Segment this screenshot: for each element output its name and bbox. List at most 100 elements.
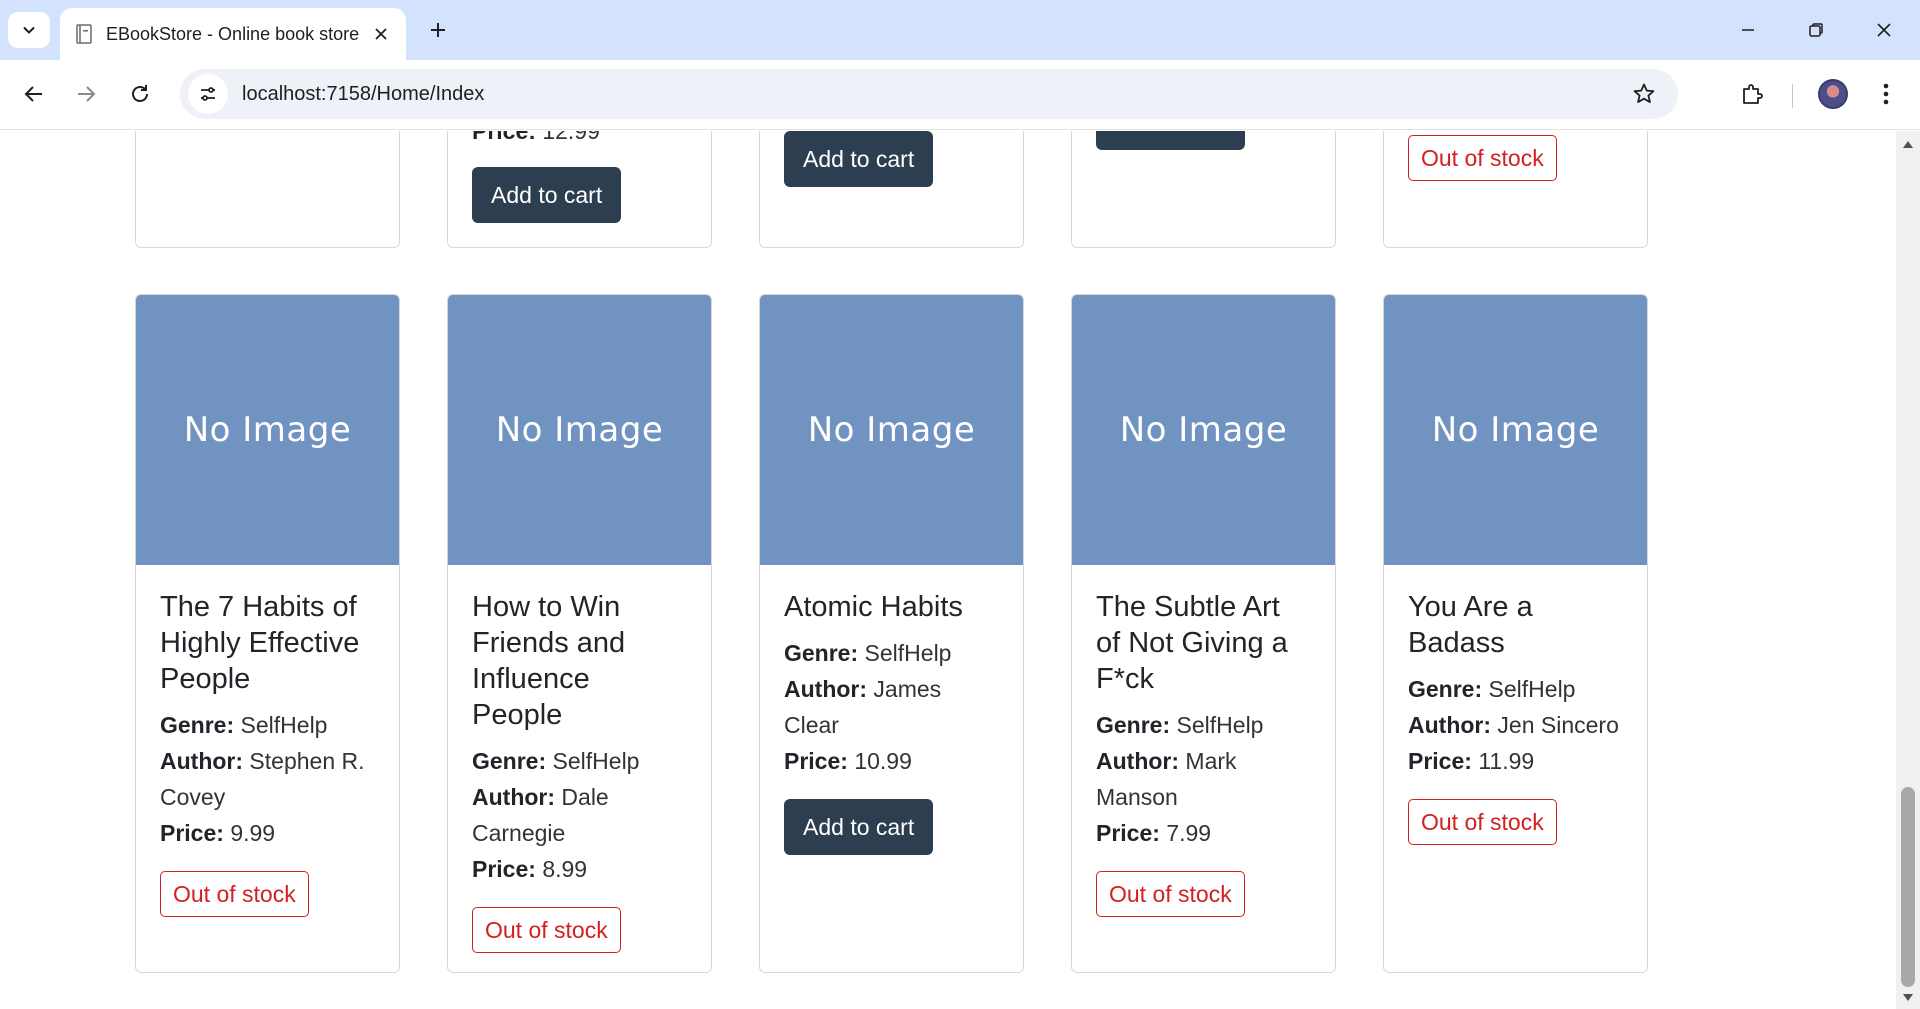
site-info-button[interactable] (188, 74, 228, 114)
book-price: Price: 10.99 (784, 743, 999, 779)
no-image-text: No Image (495, 410, 664, 450)
back-button[interactable] (14, 74, 54, 114)
book-price: Price: 9.99 (160, 815, 375, 851)
scroll-up-icon[interactable] (1903, 141, 1913, 148)
close-window-button[interactable] (1862, 8, 1906, 52)
book-title: You Are a Badass (1408, 591, 1533, 659)
book-cover-placeholder: No Image (1072, 295, 1335, 565)
book-author: Author: Stephen R. Covey (160, 743, 375, 815)
book-price: Price: 7.99 (1096, 815, 1311, 851)
price-label: Price: (784, 748, 848, 774)
book-card: No Image How to Win Friends and Influenc… (447, 294, 712, 973)
no-image-text: No Image (807, 410, 976, 450)
price-label: Price: (160, 820, 224, 846)
price-value: 12.99 (542, 131, 600, 144)
book-card: No Image You Are a Badass Genre: SelfHel… (1383, 294, 1648, 973)
price-label: Price: (472, 856, 536, 882)
out-of-stock-button[interactable]: Out of stock (1096, 871, 1245, 917)
close-tab-icon[interactable] (368, 21, 394, 47)
book-genre: Genre: SelfHelp (784, 635, 999, 671)
author-label: Author: (160, 748, 244, 774)
genre-label: Genre: (1096, 712, 1171, 738)
no-image-text: No Image (1431, 410, 1600, 450)
book-card: No Image The Subtle Art of Not Giving a … (1071, 294, 1336, 973)
scrollbar-thumb[interactable] (1901, 787, 1915, 987)
book-genre: Genre: SelfHelp (1096, 707, 1311, 743)
url-text[interactable]: localhost:7158/Home/Index (242, 83, 484, 106)
author-label: Author: (784, 676, 868, 702)
genre-value: SelfHelp (240, 712, 328, 738)
scroll-down-icon[interactable] (1903, 994, 1913, 1001)
profile-button[interactable] (1813, 74, 1853, 114)
price-label: Price: (1408, 748, 1472, 774)
minimize-button[interactable] (1726, 8, 1770, 52)
author-label: Author: (1408, 712, 1492, 738)
extensions-button[interactable] (1732, 74, 1772, 114)
chevron-down-icon (23, 26, 35, 34)
book-author: Author: Dale Carnegie (472, 779, 687, 851)
out-of-stock-button[interactable]: Out of stock (1408, 135, 1557, 181)
page-viewport: Price: 12.99 Add to cart Add to cart Add… (0, 131, 1896, 1009)
out-of-stock-button[interactable]: Out of stock (1408, 799, 1557, 845)
book-title: The Subtle Art of Not Giving a F*ck (1096, 591, 1288, 695)
book-title: Atomic Habits (784, 591, 963, 623)
genre-label: Genre: (784, 640, 859, 666)
book-card-partial: Add to cart (1071, 131, 1336, 248)
tab-title: EBookStore - Online book store (106, 23, 360, 44)
price-value: 9.99 (230, 820, 276, 846)
book-title: How to Win Friends and Influence People (472, 591, 626, 731)
book-card: No Image Atomic Habits Genre: SelfHelp A… (759, 294, 1024, 973)
reload-button[interactable] (120, 74, 160, 114)
add-to-cart-button[interactable]: Add to cart (1096, 131, 1246, 150)
book-author: Author: Mark Manson (1096, 743, 1311, 815)
more-vertical-icon (1883, 83, 1889, 105)
arrow-right-icon (78, 86, 96, 102)
genre-value: SelfHelp (1176, 712, 1264, 738)
book-card: No Image The 7 Habits of Highly Effectiv… (135, 294, 400, 973)
genre-value: SelfHelp (1488, 676, 1576, 702)
genre-label: Genre: (160, 712, 235, 738)
book-cover-placeholder: No Image (448, 295, 711, 565)
book-price: Price: 11.99 (1408, 743, 1623, 779)
book-price: Price: 8.99 (472, 851, 687, 887)
page-favicon-icon (74, 23, 94, 45)
forward-button[interactable] (66, 74, 106, 114)
book-card-partial: Out of stock (1383, 131, 1648, 248)
book-card-partial: Price: 12.99 Add to cart (447, 131, 712, 248)
toolbar-separator (1792, 84, 1793, 108)
menu-button[interactable] (1866, 74, 1906, 114)
minimize-icon (1742, 29, 1754, 31)
book-cover-placeholder: No Image (760, 295, 1023, 565)
bookmark-button[interactable] (1624, 74, 1664, 114)
new-tab-button[interactable] (422, 14, 454, 46)
star-icon (1633, 83, 1655, 103)
browser-titlebar: EBookStore - Online book store (0, 0, 1920, 60)
book-genre: Genre: SelfHelp (160, 707, 375, 743)
add-to-cart-button[interactable]: Add to cart (472, 167, 622, 223)
browser-tab[interactable]: EBookStore - Online book store (60, 8, 406, 60)
avatar (1818, 79, 1848, 109)
add-to-cart-button[interactable]: Add to cart (784, 799, 934, 855)
book-genre: Genre: SelfHelp (472, 743, 687, 779)
out-of-stock-button[interactable]: Out of stock (160, 871, 309, 917)
address-bar[interactable]: localhost:7158/Home/Index (180, 69, 1678, 119)
add-to-cart-button[interactable]: Add to cart (784, 131, 934, 187)
browser-toolbar: localhost:7158/Home/Index (0, 60, 1920, 130)
no-image-text: No Image (183, 410, 352, 450)
genre-value: SelfHelp (552, 748, 640, 774)
price-value: 11.99 (1478, 748, 1535, 774)
book-author: Author: James Clear (784, 671, 999, 743)
book-card-partial (135, 131, 400, 248)
restore-icon (1809, 23, 1823, 37)
reload-icon (132, 85, 148, 102)
tab-search-button[interactable] (8, 12, 50, 48)
tune-icon (201, 87, 215, 101)
restore-button[interactable] (1794, 8, 1838, 52)
book-title: The 7 Habits of Highly Effective People (160, 591, 360, 695)
book-price: Price: 12.99 (472, 131, 600, 149)
page-scrollbar[interactable] (1896, 131, 1920, 1009)
close-icon (1877, 23, 1891, 37)
out-of-stock-button[interactable]: Out of stock (472, 907, 621, 953)
price-value: 10.99 (854, 748, 912, 774)
price-label: Price: (472, 131, 536, 144)
